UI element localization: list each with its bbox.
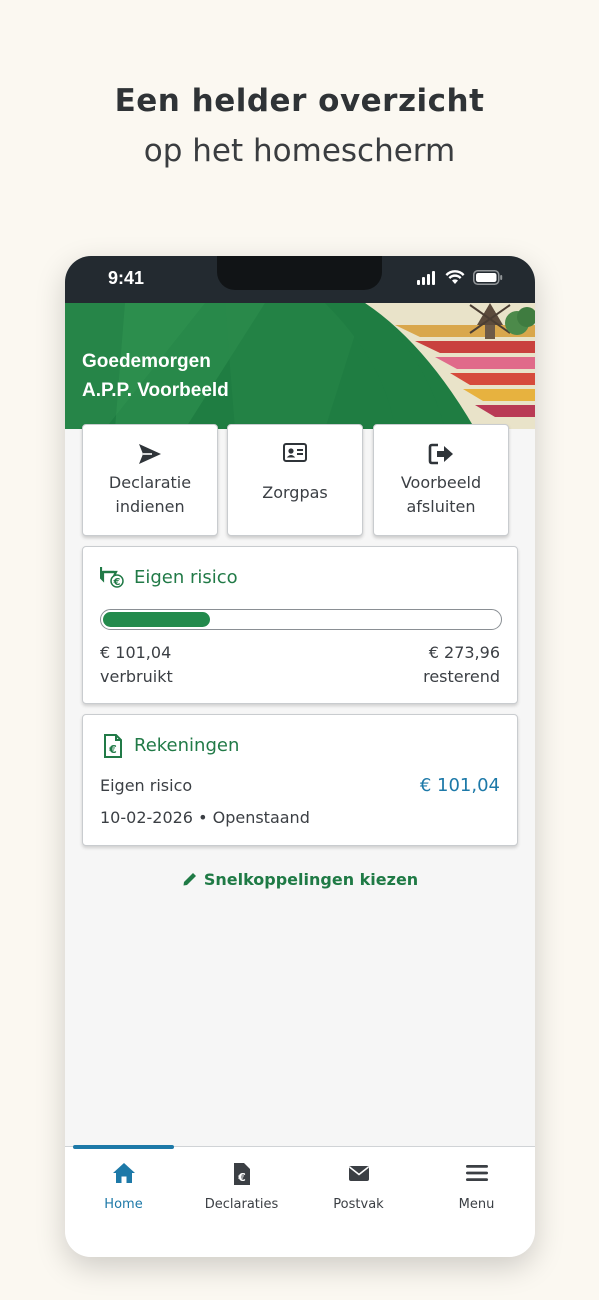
rekening-item-name: Eigen risico [100, 776, 193, 795]
invoice-euro-icon: € [104, 734, 122, 758]
signal-icon [417, 270, 435, 285]
status-icons [417, 270, 503, 285]
greeting-text: Goedemorgen [82, 351, 211, 372]
snelkoppelingen-link[interactable]: Snelkoppelingen kiezen [65, 870, 535, 889]
tab-label-home: Home [104, 1197, 143, 1212]
svg-text:€: € [237, 1171, 246, 1184]
phone-notch [217, 256, 382, 290]
tab-home[interactable]: Home [65, 1147, 182, 1227]
tab-label-postvak: Postvak [333, 1197, 384, 1212]
id-card-icon [283, 443, 307, 462]
eigen-risico-progress [100, 609, 502, 630]
promo-headline-line2: op het homescherm [143, 133, 456, 169]
tab-label-menu: Menu [458, 1197, 495, 1212]
remaining-amount: € 273,96 [428, 643, 500, 662]
home-icon [112, 1163, 135, 1183]
hamburger-icon [465, 1165, 488, 1181]
eigen-risico-icon: € [100, 567, 124, 588]
phone-frame: 9:41 Goedemorgen A.P.P. Voorbeeld Declar… [65, 256, 535, 1257]
rekening-item-amount: € 101,04 [419, 775, 500, 796]
tile-label-line2: indienen [115, 497, 185, 516]
tile-label-line1: Voorbeeld [400, 473, 482, 492]
greeting: Goedemorgen A.P.P. Voorbeeld [82, 347, 229, 405]
status-bar: 9:41 [65, 256, 535, 303]
send-icon [139, 444, 161, 464]
tab-postvak[interactable]: Postvak [300, 1147, 417, 1227]
battery-icon [473, 270, 503, 285]
envelope-icon [348, 1166, 369, 1181]
tab-bar: Home € Declaraties Postvak Menu [65, 1145, 535, 1257]
header-banner: Goedemorgen A.P.P. Voorbeeld [65, 303, 535, 429]
declaratie-indienen-button[interactable]: Declaratie indienen [82, 424, 218, 536]
logout-icon [428, 443, 453, 465]
status-time: 9:41 [108, 268, 145, 288]
promo-headline: Een helder overzicht op het homescherm [0, 83, 599, 169]
quick-actions: Declaratie indienen Zorgpas Voorbeeld af… [82, 424, 518, 536]
tab-menu[interactable]: Menu [418, 1147, 535, 1227]
pencil-icon [183, 873, 196, 886]
tile-label-zorgpas: Zorgpas [262, 483, 328, 502]
tile-label-line2: afsluiten [406, 497, 476, 516]
rekening-item-meta: 10-02-2026 • Openstaand [100, 808, 310, 827]
eigen-risico-card[interactable]: € Eigen risico € 101,04 verbruikt € 273,… [82, 546, 518, 704]
eigen-risico-progress-fill [103, 612, 210, 627]
wifi-icon [445, 270, 465, 284]
snelkoppelingen-label: Snelkoppelingen kiezen [203, 870, 419, 889]
svg-text:€: € [113, 577, 121, 588]
eigen-risico-title: Eigen risico [134, 567, 238, 588]
tab-declaraties[interactable]: € Declaraties [183, 1147, 300, 1227]
rekeningen-card[interactable]: € Rekeningen Eigen risico € 101,04 10-02… [82, 714, 518, 846]
svg-text:€: € [108, 743, 117, 756]
rekeningen-title: Rekeningen [134, 735, 240, 756]
zorgpas-button[interactable]: Zorgpas [227, 424, 363, 536]
voorbeeld-afsluiten-button[interactable]: Voorbeeld afsluiten [373, 424, 509, 536]
promo-headline-line1: Een helder overzicht [114, 83, 485, 119]
tile-label-line1: Declaratie [108, 473, 192, 492]
document-euro-icon: € [233, 1163, 250, 1185]
user-name: A.P.P. Voorbeeld [82, 380, 229, 401]
used-label: verbruikt [100, 667, 173, 686]
remaining-label: resterend [423, 667, 500, 686]
used-amount: € 101,04 [100, 643, 172, 662]
tab-label-declaraties: Declaraties [204, 1197, 279, 1212]
